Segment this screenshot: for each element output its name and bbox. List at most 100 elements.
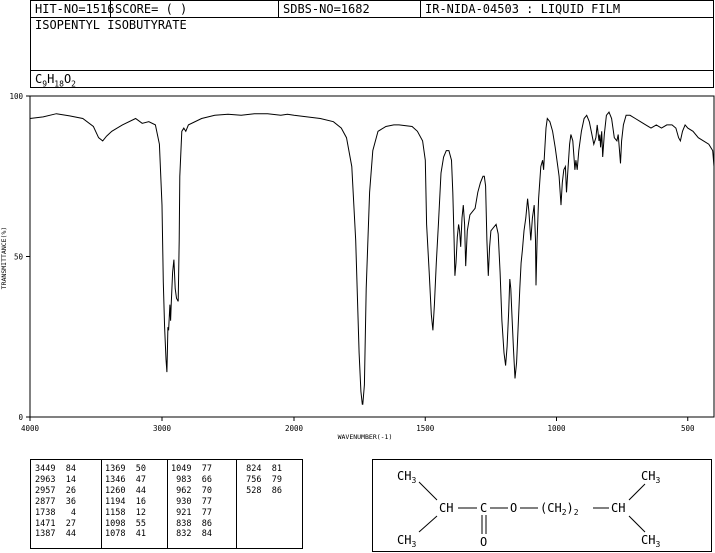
peak-wavenumber: 1078: [105, 529, 126, 540]
peak-table-divider-1: [101, 460, 102, 548]
x-tick-label: 1500: [416, 424, 435, 433]
peak-transmittance: 50: [125, 464, 146, 474]
peak-wavenumber: 2957: [35, 485, 56, 496]
x-tick-label: 2000: [285, 424, 304, 433]
peak-wavenumber: 832: [171, 529, 192, 540]
peak-row: 838 86: [171, 519, 212, 530]
peak-transmittance: 55: [125, 518, 146, 529]
bond-ch-ch3-top: [628, 483, 646, 501]
peak-table-divider-2: [167, 460, 168, 548]
peak-row: 983 66: [171, 475, 212, 486]
spectrum-line: [29, 111, 715, 405]
peak-transmittance: 16: [125, 496, 146, 507]
peak-wavenumber: 1387: [35, 529, 56, 540]
peak-column-2: 1369 50 1346 47 1260 44 1194 16 1158 12 1098 …: [105, 464, 146, 540]
plot-frame: [29, 95, 715, 418]
peak-row: 824 81: [241, 464, 282, 475]
peak-transmittance: 27: [55, 518, 76, 529]
formula-box: C9H18O2: [30, 70, 714, 88]
y-axis-ticks: 0 50 100: [9, 92, 30, 422]
peak-wavenumber: 528: [241, 485, 262, 496]
ch3-bottom-right: CH3: [641, 533, 660, 549]
peak-row: 1049 77: [171, 464, 212, 475]
peak-row: 2963 14: [35, 475, 76, 486]
bond-ch-ch3-bottom: [628, 515, 646, 533]
molecular-formula: C9H18O2: [35, 72, 76, 88]
peak-row: 1346 47: [105, 475, 146, 486]
peak-row: 930 77: [171, 497, 212, 508]
peak-wavenumber: 1369: [105, 464, 126, 474]
bond-ch3-ch-bottom: [418, 515, 438, 533]
peak-row: 1387 44: [35, 529, 76, 540]
peak-transmittance: 66: [191, 474, 212, 485]
peak-row: 1158 12: [105, 508, 146, 519]
carbonyl-oxygen: O: [480, 535, 487, 549]
peak-transmittance: 86: [191, 518, 212, 529]
peak-wavenumber: 824: [241, 464, 262, 474]
peak-wavenumber: 1098: [105, 518, 126, 529]
peak-transmittance: 77: [191, 507, 212, 518]
peak-wavenumber: 1194: [105, 496, 126, 507]
sdbs-no: SDBS-NO=1682: [279, 1, 421, 18]
peak-transmittance: 84: [191, 529, 212, 540]
peak-transmittance: 70: [191, 485, 212, 496]
compound-name: ISOPENTYL ISOBUTYRATE: [35, 18, 187, 32]
peak-row: 1369 50: [105, 464, 146, 475]
peak-transmittance: 44: [125, 485, 146, 496]
peak-transmittance: 41: [125, 529, 146, 540]
peak-row: 1194 16: [105, 497, 146, 508]
peak-wavenumber: 756: [241, 474, 262, 485]
peak-transmittance: 86: [261, 485, 282, 496]
peak-transmittance: 81: [261, 464, 282, 474]
x-tick-label: 4000: [21, 424, 40, 433]
peak-column-4: 824 81 756 79 528 86: [241, 464, 282, 497]
peak-row: 1078 41: [105, 529, 146, 540]
peak-row: 2957 26: [35, 486, 76, 497]
structure-box: CH3 CH CH3 C O O (CH2)2 CH CH3 CH3: [372, 459, 712, 552]
ester-oxygen: O: [510, 501, 517, 515]
peak-wavenumber: 930: [171, 496, 192, 507]
structure-diagram: CH3 CH CH3 C O O (CH2)2 CH CH3 CH3: [397, 469, 660, 549]
peak-column-3: 1049 77 983 66 962 70 930 77 921 77 838 …: [171, 464, 212, 540]
bond-ch3-ch-top: [418, 481, 438, 501]
peak-row: 1738 4: [35, 508, 76, 519]
peak-wavenumber: 1158: [105, 507, 126, 518]
ch-left: CH: [439, 501, 453, 515]
peak-wavenumber: 1346: [105, 474, 126, 485]
peak-wavenumber: 3449: [35, 464, 56, 474]
peak-wavenumber: 2877: [35, 496, 56, 507]
peak-row: 3449 84: [35, 464, 76, 475]
peak-row: 528 86: [241, 486, 282, 497]
y-tick-label: 0: [18, 413, 23, 422]
y-tick-label: 100: [9, 92, 23, 101]
y-axis-label: TRANSMITTANCE(%): [0, 227, 8, 290]
peak-transmittance: 84: [55, 464, 76, 474]
peak-row: 832 84: [171, 529, 212, 540]
x-axis-ticks: 4000 3000 2000 1500 1000 500: [21, 417, 695, 433]
peak-transmittance: 26: [55, 485, 76, 496]
peak-wavenumber: 2963: [35, 474, 56, 485]
peak-row: 1471 27: [35, 519, 76, 530]
x-axis-label: WAVENUMBER(-1): [338, 433, 393, 441]
y-tick-label: 50: [14, 253, 24, 262]
ch-right: CH: [611, 501, 625, 515]
peak-row: 1260 44: [105, 486, 146, 497]
peak-wavenumber: 962: [171, 485, 192, 496]
peak-row: 1098 55: [105, 519, 146, 530]
peak-wavenumber: 1260: [105, 485, 126, 496]
compound-name-box: ISOPENTYL ISOBUTYRATE: [30, 17, 714, 71]
peak-row: 2877 36: [35, 497, 76, 508]
peak-transmittance: 4: [55, 507, 76, 518]
peak-column-1: 3449 84 2963 14 2957 26 2877 36 1738 4 1471 2…: [35, 464, 76, 540]
peak-wavenumber: 1471: [35, 518, 56, 529]
score: SCORE= ( ): [111, 1, 279, 18]
carbonyl-carbon: C: [480, 501, 487, 515]
ch3-top-right: CH3: [641, 469, 660, 485]
ch3-top-left: CH3: [397, 469, 416, 485]
header-bar: HIT-NO=1516 SCORE= ( ) SDBS-NO=1682 IR-N…: [30, 0, 714, 18]
peak-transmittance: 79: [261, 474, 282, 485]
peak-transmittance: 77: [191, 496, 212, 507]
ir-code: IR-NIDA-04503 : LIQUID FILM: [425, 2, 621, 16]
peak-table-divider-3: [236, 460, 237, 548]
peak-transmittance: 14: [55, 474, 76, 485]
